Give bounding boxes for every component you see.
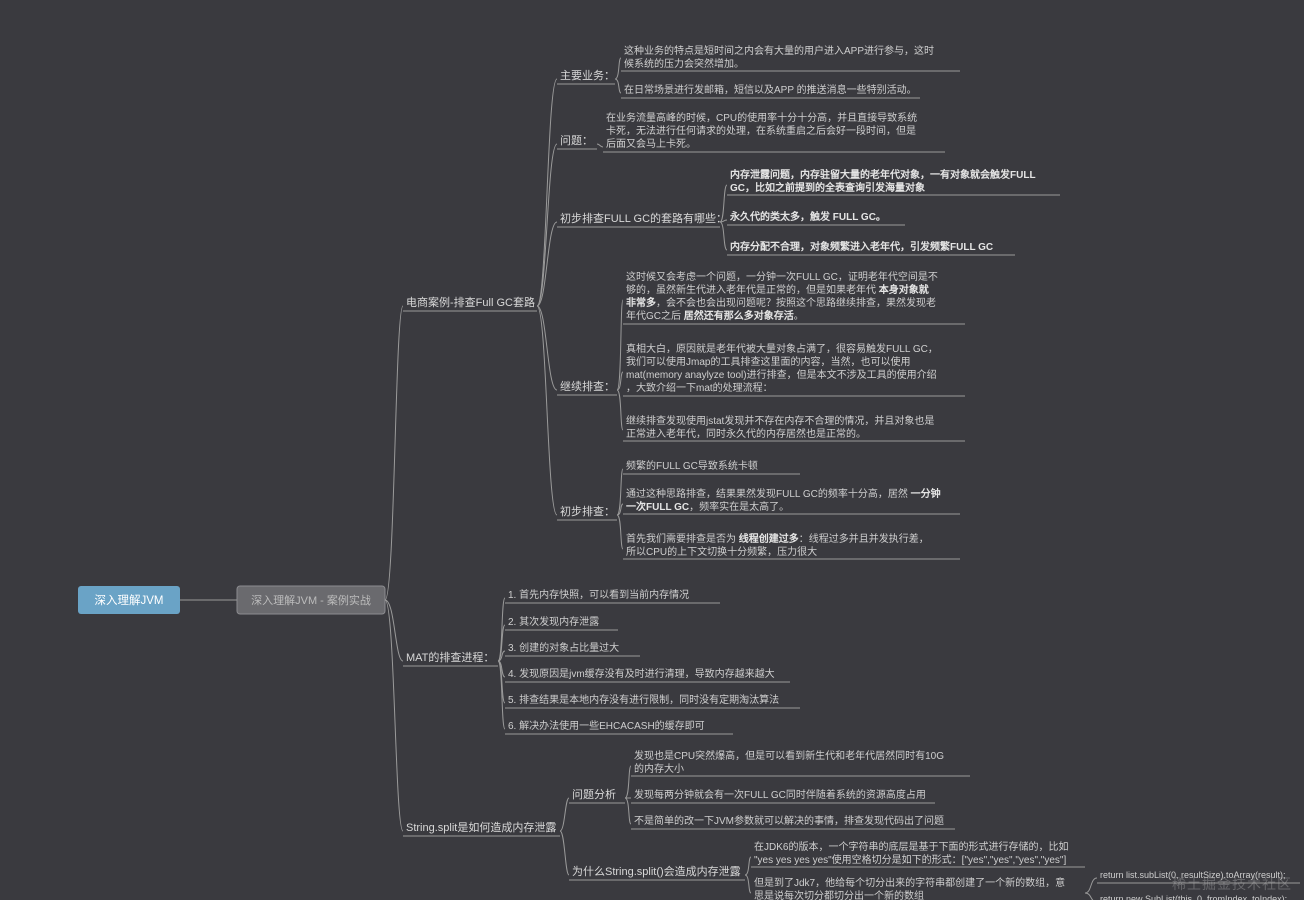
connector	[537, 306, 557, 515]
watermark: 稀土掘金技术社区	[1172, 874, 1292, 894]
svg-text:1. 首先内存快照，可以看到当前内存情况: 1. 首先内存快照，可以看到当前内存情况	[508, 588, 689, 601]
svg-text:主要业务：: 主要业务：	[560, 69, 615, 82]
branch-1-2[interactable]: 问题：	[557, 134, 597, 149]
svg-text:这时候又会考虑一个问题，一分钟一次FULL GC，证明老年代: 这时候又会考虑一个问题，一分钟一次FULL GC，证明老年代空间是不 够的，虽然…	[626, 270, 941, 322]
branch-2[interactable]: MAT的排查进程：	[403, 650, 498, 666]
branch-1[interactable]: 电商案例-排查Full GC套路	[403, 295, 537, 311]
leaf-b3-1-2: 发现每两分钟就会有一次FULL GC同时伴随着系统的资源高度占用	[631, 788, 935, 803]
connector	[597, 144, 603, 147]
leaf-b3-1-3: 不是简单的改一下JVM参数就可以解决的事情，排查发现代码出了问题	[631, 814, 955, 829]
leaf-b2-1: 1. 首先内存快照，可以看到当前内存情况	[505, 588, 720, 603]
svg-text:3. 创建的对象占比量过大: 3. 创建的对象占比量过大	[508, 641, 619, 654]
svg-text:继续排查：: 继续排查：	[560, 379, 615, 393]
svg-text:深入理解JVM - 案例实战: 深入理解JVM - 案例实战	[251, 593, 371, 607]
svg-text:在日常场景进行发邮箱，短信以及APP 的推送消息一些特别活动: 在日常场景进行发邮箱，短信以及APP 的推送消息一些特别活动。	[624, 83, 917, 96]
connector	[745, 875, 751, 893]
svg-text:5. 排查结果是本地内存没有进行限制，同时没有定期淘汰算法: 5. 排查结果是本地内存没有进行限制，同时没有定期淘汰算法	[508, 693, 779, 706]
svg-text:初步排查FULL GC的套路有哪些：: 初步排查FULL GC的套路有哪些：	[560, 211, 727, 225]
svg-text:内存泄露问题，内存驻留大量的老年代对象，一有对象就会触发FU: 内存泄露问题，内存驻留大量的老年代对象，一有对象就会触发FULL GC，比如之前…	[730, 168, 1038, 194]
svg-text:通过这种思路排查，结果果然发现FULL GC的频率十分高，居: 通过这种思路排查，结果果然发现FULL GC的频率十分高，居然 一分钟 一次FU…	[626, 487, 943, 513]
branch-1-5[interactable]: 初步排查：	[557, 504, 617, 520]
svg-text:不是简单的改一下JVM参数就可以解决的事情，排查发现代码出了: 不是简单的改一下JVM参数就可以解决的事情，排查发现代码出了问题	[634, 814, 944, 827]
svg-text:在业务流量高峰的时候，CPU的使用率十分十分高，并且直接导致: 在业务流量高峰的时候，CPU的使用率十分十分高，并且直接导致系统 卡死，无法进行…	[606, 111, 920, 150]
connector	[615, 58, 621, 79]
leaf-b3-1-1: 发现也是CPU突然爆高，但是可以看到新生代和老年代居然同时有10G 的内存大小	[631, 749, 970, 776]
leaf-b1-3-1: 内存泄露问题，内存驻留大量的老年代对象，一有对象就会触发FULL GC，比如之前…	[727, 168, 1060, 195]
leaf-b1-1-2: 在日常场景进行发邮箱，短信以及APP 的推送消息一些特别活动。	[621, 83, 920, 98]
svg-text:真相大白，原因就是老年代被大量对象占满了，很容易触发FULL: 真相大白，原因就是老年代被大量对象占满了，很容易触发FULL GC， 我们可以使…	[626, 342, 941, 394]
leaf-b3-2-2: 但是到了Jdk7，他给每个切分出来的字符串都创建了一个新的数组，意 思是说每次切…	[751, 876, 1085, 900]
svg-text:在JDK6的版本，一个字符串的底层是基于下面的形式进行存储的: 在JDK6的版本，一个字符串的底层是基于下面的形式进行存储的，比如 "yes y…	[754, 840, 1071, 866]
leaf-b1-1-1: 这种业务的特点是短时间之内会有大量的用户进入APP进行参与，这时 候系统的压力会…	[621, 44, 960, 71]
connector	[537, 306, 557, 390]
connector	[617, 469, 623, 515]
leaf-b1-3-2: 永久代的类太多，触发 FULL GC。	[727, 210, 905, 225]
connector	[560, 831, 569, 875]
svg-text:2. 其次发现内存泄露: 2. 其次发现内存泄露	[508, 615, 599, 628]
branch-1-1[interactable]: 主要业务：	[557, 69, 615, 84]
branch-1-3[interactable]: 初步排查FULL GC的套路有哪些：	[557, 211, 727, 227]
svg-text:继续排查发现使用jstat发现并不存在内存不合理的情况，并且: 继续排查发现使用jstat发现并不存在内存不合理的情况，并且对象也是 正常进入老…	[626, 414, 937, 440]
svg-text:MAT的排查进程：: MAT的排查进程：	[406, 650, 494, 664]
connector	[720, 222, 727, 250]
svg-text:频繁的FULL GC导致系统卡顿: 频繁的FULL GC导致系统卡顿	[626, 459, 758, 472]
svg-text:4. 发现原因是jvm缓存没有及时进行清理，导致内存越来越大: 4. 发现原因是jvm缓存没有及时进行清理，导致内存越来越大	[508, 667, 775, 680]
connector	[385, 600, 403, 831]
branch-3[interactable]: String.split是如何造成内存泄露	[403, 820, 560, 836]
leaf-b1-5-3: 首先我们需要排查是否为 线程创建过多：线程过多并且并发执行差， 所以CPU的上下…	[623, 532, 960, 559]
leaf-b1-3-3: 内存分配不合理，对象频繁进入老年代，引发频繁FULL GC	[727, 240, 1015, 255]
connector	[385, 600, 403, 661]
svg-text:这种业务的特点是短时间之内会有大量的用户进入APP进行参与，: 这种业务的特点是短时间之内会有大量的用户进入APP进行参与，这时 候系统的压力会…	[624, 44, 937, 70]
branch-3-1[interactable]: 问题分析	[569, 787, 625, 803]
svg-text:String.split是如何造成内存泄露: String.split是如何造成内存泄露	[406, 820, 556, 834]
connector	[537, 222, 557, 306]
svg-text:但是到了Jdk7，他给每个切分出来的字符串都创建了一个新的数: 但是到了Jdk7，他给每个切分出来的字符串都创建了一个新的数组，意 思是说每次切…	[754, 876, 1068, 900]
connector	[560, 798, 569, 831]
child-node[interactable]: 深入理解JVM - 案例实战	[237, 586, 385, 614]
leaf-b2-6: 6. 解决办法使用一些EHCACASH的缓存即可	[505, 719, 733, 734]
svg-text:永久代的类太多，触发 FULL GC。: 永久代的类太多，触发 FULL GC。	[729, 210, 886, 223]
leaf-b3-2-ext-2: return new SubList(this, 0, fromIndex, t…	[1097, 894, 1300, 900]
connector	[625, 766, 631, 798]
root-node[interactable]: 深入理解JVM	[78, 586, 180, 614]
leaf-b1-4-3: 继续排查发现使用jstat发现并不存在内存不合理的情况，并且对象也是 正常进入老…	[623, 414, 965, 441]
branch-1-4[interactable]: 继续排查：	[557, 379, 617, 395]
svg-text:电商案例-排查Full GC套路: 电商案例-排查Full GC套路	[406, 295, 535, 309]
branch-3-2[interactable]: 为什么String.split()会造成内存泄露	[569, 864, 745, 880]
connector	[745, 857, 751, 875]
svg-text:问题分析: 问题分析	[572, 787, 616, 801]
mindmap-canvas: 深入理解JVM 深入理解JVM - 案例实战 电商案例-排查Full GC套路 …	[0, 0, 1304, 900]
connector	[617, 515, 623, 549]
leaf-b3-2-1: 在JDK6的版本，一个字符串的底层是基于下面的形式进行存储的，比如 "yes y…	[751, 840, 1085, 867]
svg-text:问题：: 问题：	[560, 134, 593, 147]
connector	[1085, 893, 1097, 900]
svg-text:6. 解决办法使用一些EHCACASH的缓存即可: 6. 解决办法使用一些EHCACASH的缓存即可	[508, 719, 705, 732]
leaf-b2-3: 3. 创建的对象占比量过大	[505, 641, 640, 656]
connector	[615, 79, 621, 93]
connector	[617, 390, 623, 430]
svg-text:首先我们需要排查是否为 线程创建过多：线程过多并且并发执行差: 首先我们需要排查是否为 线程创建过多：线程过多并且并发执行差， 所以CPU的上下…	[626, 532, 932, 558]
svg-text:发现也是CPU突然爆高，但是可以看到新生代和老年代居然同时有: 发现也是CPU突然爆高，但是可以看到新生代和老年代居然同时有10G 的内存大小	[634, 749, 947, 775]
connector	[625, 798, 631, 824]
leaf-b2-4: 4. 发现原因是jvm缓存没有及时进行清理，导致内存越来越大	[505, 667, 790, 682]
svg-text:初步排查：: 初步排查：	[560, 504, 615, 518]
leaf-b1-2-1: 在业务流量高峰的时候，CPU的使用率十分十分高，并且直接导致系统 卡死，无法进行…	[603, 111, 945, 152]
svg-text:深入理解JVM: 深入理解JVM	[95, 593, 164, 607]
leaf-b2-5: 5. 排查结果是本地内存没有进行限制，同时没有定期淘汰算法	[505, 693, 800, 708]
connector	[617, 300, 623, 390]
connector	[537, 79, 557, 306]
leaf-b1-5-1: 频繁的FULL GC导致系统卡顿	[623, 459, 800, 474]
leaf-b1-4-2: 真相大白，原因就是老年代被大量对象占满了，很容易触发FULL GC， 我们可以使…	[623, 342, 965, 396]
svg-text:发现每两分钟就会有一次FULL GC同时伴随着系统的资源高度: 发现每两分钟就会有一次FULL GC同时伴随着系统的资源高度占用	[634, 788, 926, 801]
svg-text:return new SubList(this, 0, fr: return new SubList(this, 0, fromIndex, t…	[1100, 894, 1287, 900]
svg-text:为什么String.split()会造成内存泄露: 为什么String.split()会造成内存泄露	[572, 864, 741, 878]
connector	[1085, 878, 1097, 893]
leaf-b1-4-1: 这时候又会考虑一个问题，一分钟一次FULL GC，证明老年代空间是不 够的，虽然…	[623, 270, 965, 324]
leaf-b1-5-2: 通过这种思路排查，结果果然发现FULL GC的频率十分高，居然 一分钟 一次FU…	[623, 487, 960, 514]
svg-text:内存分配不合理，对象频繁进入老年代，引发频繁FULL GC: 内存分配不合理，对象频繁进入老年代，引发频繁FULL GC	[730, 240, 993, 253]
leaf-b2-2: 2. 其次发现内存泄露	[505, 615, 618, 630]
connector	[385, 306, 403, 600]
